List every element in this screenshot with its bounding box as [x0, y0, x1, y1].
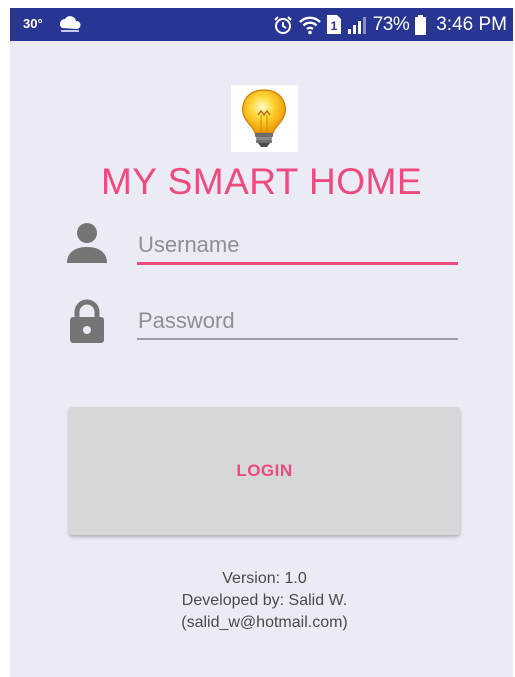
alarm-icon — [273, 15, 292, 34]
wifi-icon — [298, 16, 321, 34]
username-underline — [137, 262, 458, 265]
footer: Version: 1.0 Developed by: Salid W. (sal… — [10, 568, 513, 634]
sim-slot-text: 1 — [330, 19, 337, 33]
password-input[interactable] — [137, 304, 457, 338]
battery-icon — [415, 14, 427, 35]
password-underline — [137, 338, 458, 340]
light-bulb-icon — [231, 85, 298, 152]
developer-text: Developed by: Salid W. — [181, 592, 348, 609]
battery-percent-text: 73% — [372, 13, 410, 35]
signal-icon — [347, 16, 366, 34]
status-bar-right: 1 73% 3:46 PM — [273, 8, 507, 41]
sim-icon: 1 — [326, 15, 341, 34]
person-icon — [67, 223, 107, 263]
developer-email: (salid_w@hotmail.com) — [181, 614, 348, 631]
app-title: MY SMART HOME — [100, 161, 423, 202]
lock-icon — [70, 299, 104, 343]
weather-icon — [60, 16, 81, 32]
temperature-text: 30° — [23, 16, 43, 31]
status-bar: 30° 1 73% 3:46 PM — [10, 8, 513, 41]
version-text: Version: 1.0 — [222, 570, 307, 587]
login-button[interactable]: LOGIN — [69, 407, 460, 535]
username-input[interactable] — [137, 228, 457, 262]
app-screen: 30° 1 73% 3:46 PM MY SMART HOME Username… — [10, 8, 513, 677]
clock-text: 3:46 PM — [436, 13, 507, 35]
